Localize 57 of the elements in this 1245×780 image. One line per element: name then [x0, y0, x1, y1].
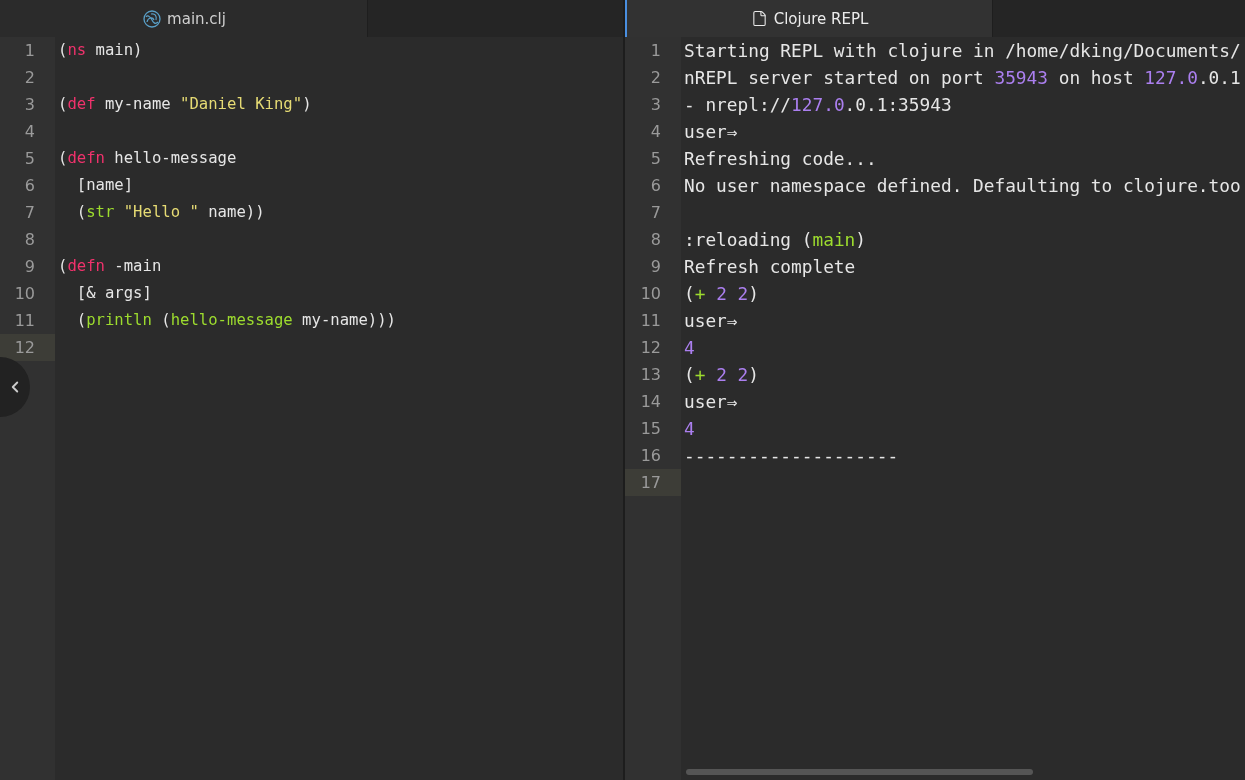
code-line: user⇒	[683, 390, 739, 414]
code-line: (+ 2 2)	[683, 282, 760, 306]
line-number: 7	[649, 202, 662, 224]
line-number: 7	[23, 202, 36, 224]
line-number: 13	[639, 364, 662, 386]
line-number: 1	[649, 40, 662, 62]
line-number: 5	[649, 148, 662, 170]
line-number: 14	[639, 391, 662, 413]
line-number: 5	[23, 148, 36, 170]
code-line: --------------------	[683, 444, 900, 468]
code-line: [& args]	[75, 283, 153, 304]
editor-tab[interactable]: Clojure REPL	[625, 0, 993, 37]
code-line: (+ 2 2)	[683, 363, 760, 387]
line-number: 2	[23, 67, 36, 89]
line-number: 9	[649, 256, 662, 278]
line-number: 11	[639, 310, 662, 332]
code-line: (ns main)	[57, 40, 144, 61]
line-number: 11	[13, 310, 36, 332]
code-line: 4	[683, 336, 696, 360]
code-line: (str "Hello " name))	[75, 202, 266, 223]
code-line: - nrepl://127.0.0.1:35943	[683, 93, 953, 117]
line-number: 12	[0, 334, 55, 361]
line-number: 2	[649, 67, 662, 89]
line-number: 3	[23, 94, 36, 116]
line-number: 17	[625, 469, 681, 496]
line-number: 8	[649, 229, 662, 251]
code-line: Refreshing code...	[683, 147, 878, 171]
code-line: [name]	[75, 175, 135, 196]
code-line: (def my-name "Daniel King")	[57, 94, 313, 115]
line-number: 1	[23, 40, 36, 62]
code-line: (defn -main	[57, 256, 163, 277]
line-number: 4	[23, 121, 36, 143]
code-line: Starting REPL with clojure in /home/dking/Documents/	[683, 39, 1242, 63]
line-number: 12	[639, 337, 662, 359]
line-number: 10	[13, 283, 36, 305]
code-line: user⇒	[683, 309, 739, 333]
code-line: No user namespace defined. Defaulting to clojure.too	[683, 174, 1242, 198]
clojure-logo-icon	[143, 9, 162, 28]
line-number: 15	[639, 418, 662, 440]
code-line: Refresh complete	[683, 255, 857, 279]
code-line: (defn hello-message	[57, 148, 238, 169]
code-line: 4	[683, 417, 696, 441]
line-number: 9	[23, 256, 36, 278]
code-line: :reloading (main)	[683, 228, 867, 252]
line-number: 6	[649, 175, 662, 197]
code-line: nREPL server started on port 35943 on host 127.0.0.1	[683, 66, 1242, 90]
editor-tab[interactable]: main.clj	[0, 0, 368, 37]
line-number: 8	[23, 229, 36, 251]
line-number: 4	[649, 121, 662, 143]
line-number: 3	[649, 94, 662, 116]
code-line: (println (hello-message my-name)))	[75, 310, 397, 331]
line-number: 16	[639, 445, 662, 467]
line-number: 6	[23, 175, 36, 197]
code-line: user⇒	[683, 120, 739, 144]
line-number: 10	[639, 283, 662, 305]
file-icon	[750, 10, 768, 27]
scrollbar-thumb[interactable]	[686, 769, 1033, 775]
